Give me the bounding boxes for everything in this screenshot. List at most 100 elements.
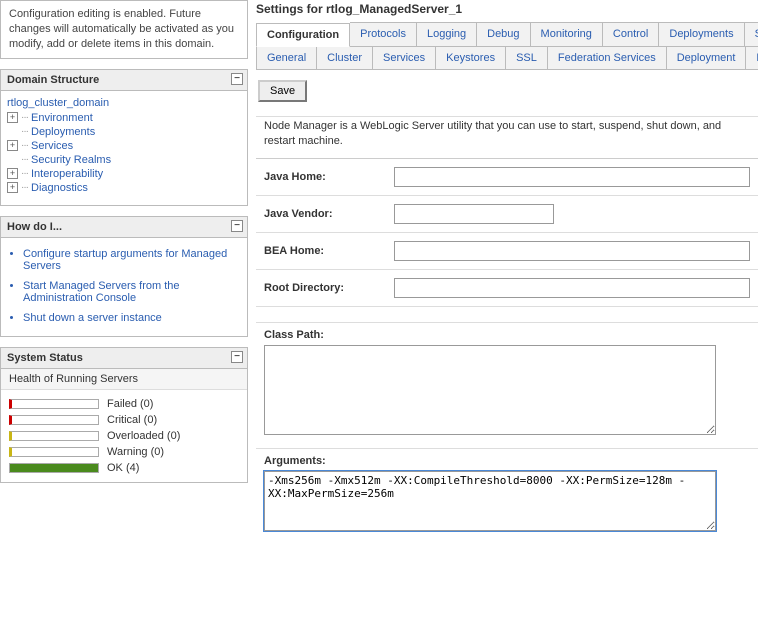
label-root-directory: Root Directory:: [264, 282, 394, 294]
description-text: Node Manager is a WebLogic Server utilit…: [256, 117, 758, 158]
domain-structure-panel: Domain Structure − rtlog_cluster_domain …: [0, 69, 248, 206]
subtab-cluster[interactable]: Cluster: [317, 47, 373, 69]
health-bar-icon: [9, 415, 99, 425]
tree-node[interactable]: ···Security Realms: [7, 153, 241, 167]
health-row: Critical (0): [9, 412, 239, 428]
tree-node-label[interactable]: Services: [31, 140, 73, 152]
domain-structure-title: Domain Structure: [7, 74, 99, 86]
tree-node-label[interactable]: Security Realms: [31, 154, 111, 166]
input-root-directory[interactable]: [394, 278, 750, 298]
config-info-panel: Configuration editing is enabled. Future…: [0, 0, 248, 59]
health-label: Critical (0): [107, 414, 157, 426]
howdo-panel: How do I... − Configure startup argument…: [0, 216, 248, 337]
tree-node-label[interactable]: Environment: [31, 112, 93, 124]
field-java-home: Java Home:: [256, 158, 758, 195]
health-row: Overloaded (0): [9, 428, 239, 444]
tree-connector-icon: ···: [21, 168, 28, 179]
tree-connector-icon: ···: [21, 126, 28, 137]
label-bea-home: BEA Home:: [264, 245, 394, 257]
subtab-migra[interactable]: Migra: [746, 47, 758, 69]
collapse-icon[interactable]: −: [231, 351, 243, 363]
subtab-general[interactable]: General: [256, 47, 317, 69]
subtab-keystores[interactable]: Keystores: [436, 47, 506, 69]
collapse-icon[interactable]: −: [231, 73, 243, 85]
label-class-path: Class Path:: [256, 322, 758, 345]
tab-debug[interactable]: Debug: [477, 22, 530, 46]
label-arguments: Arguments:: [256, 448, 758, 471]
tree-connector-icon: ···: [21, 140, 28, 151]
tab-control[interactable]: Control: [603, 22, 659, 46]
howdo-title: How do I...: [7, 221, 62, 233]
health-rows: Failed (0) Critical (0) Overloaded (0) Warn…: [1, 390, 247, 482]
tab-deployments[interactable]: Deployments: [659, 22, 744, 46]
input-java-home[interactable]: [394, 167, 750, 187]
health-row: Failed (0): [9, 396, 239, 412]
howdo-item[interactable]: Shut down a server instance: [23, 308, 241, 328]
subtab-ssl[interactable]: SSL: [506, 47, 548, 69]
tab-configuration[interactable]: Configuration: [256, 23, 350, 47]
field-java-vendor: Java Vendor:: [256, 195, 758, 232]
howdo-link[interactable]: Shut down a server instance: [23, 312, 162, 324]
label-java-vendor: Java Vendor:: [264, 208, 394, 220]
health-bar-icon: [9, 431, 99, 441]
health-subtitle: Health of Running Servers: [1, 369, 247, 390]
howdo-list: Configure startup arguments for Managed …: [1, 238, 247, 336]
system-status-panel: System Status − Health of Running Server…: [0, 347, 248, 483]
tree-node[interactable]: +···Services: [7, 139, 241, 153]
plus-icon[interactable]: +: [7, 140, 18, 151]
main-tabs: ConfigurationProtocolsLoggingDebugMonito…: [256, 22, 758, 47]
tree-connector-icon: ···: [21, 112, 28, 123]
plus-icon[interactable]: +: [7, 182, 18, 193]
health-bar-icon: [9, 447, 99, 457]
input-bea-home[interactable]: [394, 241, 750, 261]
textarea-arguments[interactable]: [264, 471, 716, 531]
config-info-text: Configuration editing is enabled. Future…: [1, 1, 247, 58]
textarea-class-path[interactable]: [264, 345, 716, 435]
tab-logging[interactable]: Logging: [417, 22, 477, 46]
howdo-link[interactable]: Start Managed Servers from the Administr…: [23, 280, 180, 304]
tree-node-label[interactable]: Diagnostics: [31, 182, 88, 194]
domain-tree: rtlog_cluster_domain +···Environment···D…: [1, 91, 247, 205]
tree-node-label[interactable]: Deployments: [31, 126, 95, 138]
field-root-directory: Root Directory:: [256, 269, 758, 306]
tree-connector-icon: ···: [21, 154, 28, 165]
howdo-header: How do I... −: [1, 217, 247, 238]
tree-root[interactable]: rtlog_cluster_domain: [7, 95, 241, 111]
howdo-item[interactable]: Configure startup arguments for Managed …: [23, 244, 241, 276]
tab-protocols[interactable]: Protocols: [350, 22, 417, 46]
health-bar-icon: [9, 399, 99, 409]
settings-pane: Settings for rtlog_ManagedServer_1 Confi…: [248, 0, 758, 620]
howdo-item[interactable]: Start Managed Servers from the Administr…: [23, 276, 241, 308]
tree-node[interactable]: ···Deployments: [7, 125, 241, 139]
health-label: Overloaded (0): [107, 430, 180, 442]
tab-monitoring[interactable]: Monitoring: [531, 22, 603, 46]
health-label: Warning (0): [107, 446, 164, 458]
health-label: Failed (0): [107, 398, 153, 410]
plus-icon[interactable]: +: [7, 168, 18, 179]
domain-structure-header: Domain Structure −: [1, 70, 247, 91]
subtab-federation-services[interactable]: Federation Services: [548, 47, 667, 69]
tree-connector-icon: ···: [21, 182, 28, 193]
field-bea-home: BEA Home:: [256, 232, 758, 269]
tree-node[interactable]: +···Interoperability: [7, 167, 241, 181]
subtab-deployment[interactable]: Deployment: [667, 47, 747, 69]
settings-title: Settings for rtlog_ManagedServer_1: [256, 0, 758, 22]
system-status-title: System Status: [7, 352, 83, 364]
tree-node[interactable]: +···Diagnostics: [7, 181, 241, 195]
health-row: OK (4): [9, 460, 239, 476]
health-row: Warning (0): [9, 444, 239, 460]
health-bar-icon: [9, 463, 99, 473]
tree-node-label[interactable]: Interoperability: [31, 168, 103, 180]
tree-node[interactable]: +···Environment: [7, 111, 241, 125]
sub-tabs: GeneralClusterServicesKeystoresSSLFedera…: [256, 47, 758, 70]
input-java-vendor[interactable]: [394, 204, 554, 224]
label-java-home: Java Home:: [264, 171, 394, 183]
plus-icon[interactable]: +: [7, 112, 18, 123]
tab-serv[interactable]: Serv: [745, 22, 758, 46]
save-button[interactable]: Save: [258, 80, 307, 102]
health-label: OK (4): [107, 462, 139, 474]
subtab-services[interactable]: Services: [373, 47, 436, 69]
howdo-link[interactable]: Configure startup arguments for Managed …: [23, 248, 227, 272]
system-status-header: System Status −: [1, 348, 247, 369]
collapse-icon[interactable]: −: [231, 220, 243, 232]
